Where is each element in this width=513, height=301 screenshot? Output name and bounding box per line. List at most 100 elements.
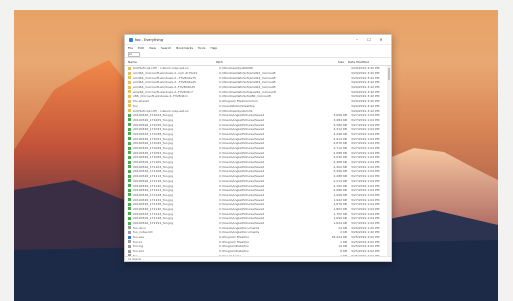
everything-search-window[interactable]: foo - Everything – ☐ ✕ File Edit View Se… [124,34,392,262]
file-path-cell: C:\Users\Angie\Pictures\Saved [219,183,265,188]
file-date-cell: 3/27/2019 1:04 PM [351,150,380,155]
table-row[interactable]: 20190326_171112_foo.jpg C:\Users\Angie\Pi… [125,174,391,179]
table-row[interactable]: foo C:\Users\Angie 1 KB 3/25/2019 4:02 PM [125,254,391,256]
column-header-date-modified[interactable]: Date Modified [344,60,388,64]
table-row[interactable]: 20190326_171148_foo.jpg C:\Users\Angie\Pi… [125,216,391,221]
table-row[interactable]: 20190326_171025_foo.jpg C:\Users\Angie\Pi… [125,118,391,123]
table-row[interactable]: amd64_microsoft-windows-d...F3V8d2a25 C:\… [125,80,391,85]
table-row[interactable]: 20190326_171041_foo.jpg C:\Users\Angie\Pi… [125,136,391,141]
column-header-size[interactable]: Size [326,60,344,64]
table-row[interactable]: 20190326_171132_foo.jpg C:\Users\Angie\Pi… [125,197,391,202]
file-date-cell: 3/27/2019 1:04 PM [351,211,380,216]
table-row[interactable]: foo.ini C:\Program Files\foo 1 KB 3/25/2019… [125,239,391,244]
file-size-cell: 1,690 KB [333,216,347,221]
table-row[interactable]: 20190326_171038_foo.jpg C:\Users\Angie\Pi… [125,132,391,137]
table-row[interactable]: 20190326_171136_foo.jpg C:\Users\Angie\Pi… [125,202,391,207]
image-icon [128,118,131,122]
table-row[interactable]: 20190326_171144_foo.jpg C:\Users\Angie\Pi… [125,211,391,216]
table-row[interactable]: x86_microsoft-windows-d..F3V8d2c1 C:\Wind… [125,94,391,99]
folder-icon [128,94,131,98]
scrollbar-thumb[interactable] [388,68,390,80]
table-row[interactable]: 20190326_171030_foo.jpg C:\Users\Angie\Pi… [125,122,391,127]
doc-icon [128,230,131,234]
table-row[interactable]: 20190326_171052_foo.jpg C:\Users\Angie\Pi… [125,150,391,155]
file-path-cell: C:\Windows\WinSxS\amd64_microsoft [219,75,276,80]
table-row[interactable]: f3v-shared C:\Program Files\Common 3/29/20… [125,99,391,104]
image-icon [128,137,131,141]
menu-view[interactable]: View [149,46,156,50]
table-row[interactable]: amd64_microsoft-windows-d...F3V8d2a75 C:\… [125,75,391,80]
file-name-cell: 20190326_171124_foo.jpg [133,188,173,193]
vertical-scrollbar[interactable] [387,66,391,256]
file-date-cell: 3/27/2019 1:04 PM [351,221,380,226]
image-icon [128,207,131,211]
file-name-cell: bc0f1sfrcq1cxf5 · cubium.msp.eat.so [133,66,189,71]
table-row[interactable]: 20190326_171104_foo.jpg C:\Users\Angie\Pi… [125,164,391,169]
menu-tools[interactable]: Tools [198,46,205,50]
table-row[interactable]: foo.log C:\ProgramData\foo 14 KB 3/25/2019 … [125,244,391,249]
menu-bookmarks[interactable]: Bookmarks [176,46,193,50]
table-row[interactable]: foo C:\Users\Public\Desktop 3/29/2019 3:42… [125,104,391,109]
file-path-cell: C:\ProgramData\foo [219,249,249,254]
table-row[interactable]: bc0f1sfrcq1cxf5 · cubium.msp.eat.so C:\Wi… [125,66,391,71]
folder-icon [128,71,131,75]
file-size-cell: 2,086 KB [333,188,347,193]
file-size-cell: 2,214 KB [333,178,347,183]
file-size-cell: 3,298 KB [333,131,347,136]
table-row[interactable]: 20190326_171128_foo.jpg C:\Users\Angie\Pi… [125,193,391,198]
table-row[interactable]: 20190326_171034_foo.jpg C:\Users\Angie\Pi… [125,127,391,132]
file-name-cell: 20190326_171038_foo.jpg [133,131,173,136]
table-row[interactable]: foo.xml C:\ProgramData\foo 6 KB 3/25/2019 4… [125,249,391,254]
file-path-cell: C:\Users\Angie\Pictures\Saved [219,174,265,179]
table-row[interactable]: 20190326_171049_foo.jpg C:\Users\Angie\Pi… [125,146,391,151]
table-row[interactable]: 20190326_171045_foo.jpg C:\Users\Angie\Pi… [125,141,391,146]
close-button[interactable]: ✕ [375,37,387,42]
maximize-button[interactable]: ☐ [363,37,375,42]
file-path-cell: C:\Users\Public\Desktop [219,103,255,108]
file-size-cell: 1,804 KB [333,206,347,211]
table-row[interactable]: bc0f1sfrcq1cxf5 · cubium.msp.eat.so C:\Wi… [125,108,391,113]
file-path-cell: C:\Windows\WinSxS\x86_microsoft [219,94,271,99]
search-input[interactable]: c:\ [128,51,140,57]
minimize-button[interactable]: – [351,37,363,42]
file-date-cell: 3/27/2019 1:04 PM [351,169,380,174]
table-row[interactable]: 20190326_171120_foo.jpg C:\Users\Angie\Pi… [125,183,391,188]
table-row[interactable]: 20190326_171140_foo.jpg C:\Users\Angie\Pi… [125,207,391,212]
doc-icon [128,254,131,256]
file-date-cell: 3/29/2019 3:42 PM [351,66,380,71]
table-row[interactable]: amd64_microsoft-windows-d..F3V8d2b25 C:\W… [125,85,391,90]
image-icon [128,193,131,197]
table-row[interactable]: 20190326_171124_foo.jpg C:\Users\Angie\Pi… [125,188,391,193]
file-name-cell: 20190326_171108_foo.jpg [133,169,173,174]
image-icon [128,184,131,188]
table-row[interactable]: foo_notes.txt C:\Users\Angie\Documents 2 K… [125,230,391,235]
menu-edit[interactable]: Edit [138,46,144,50]
file-date-cell: 3/27/2019 1:04 PM [351,131,380,136]
column-header-name[interactable]: Name [128,60,216,64]
menu-file[interactable]: File [128,46,133,50]
table-row[interactable]: 20190326_171152_foo.jpg C:\Users\Angie\Pi… [125,221,391,226]
table-row[interactable]: 20190326_171022_foo.jpg C:\Users\Angie\Pi… [125,113,391,118]
file-date-cell: 3/26/2019 1:20 PM [351,230,380,235]
menu-help[interactable]: Help [210,46,217,50]
file-path-cell: C:\Users\Angie\Pictures\Saved [219,136,265,141]
table-row[interactable]: 20190326_171100_foo.jpg C:\Users\Angie\Pi… [125,160,391,165]
file-size-cell: 2 KB [340,230,347,235]
file-path-cell: C:\Users\Angie\Pictures\Saved [219,178,265,183]
table-row[interactable]: foo.docx C:\Users\Angie\Documents 24 KB 3/2… [125,225,391,230]
table-row[interactable]: 20190326_171108_foo.jpg C:\Users\Angie\Pi… [125,169,391,174]
file-path-cell: C:\Users\Angie\Pictures\Saved [219,169,265,174]
file-name-cell: 20190326_171128_foo.jpg [133,192,173,197]
menu-search[interactable]: Search [161,46,171,50]
column-headers: Name Path Size Date Modified [125,58,391,66]
table-row[interactable]: 20190326_171056_foo.jpg C:\Users\Angie\Pi… [125,155,391,160]
column-header-path[interactable]: Path [216,60,326,64]
table-row[interactable]: amd64_microsoft-windows-d..com.dl.f3v21 C… [125,71,391,76]
table-row[interactable]: 20190326_171116_foo.jpg C:\Users\Angie\Pi… [125,179,391,184]
file-path-cell: C:\Program Files\Common [219,99,258,104]
table-row[interactable]: foo.exe C:\Program Files\foo 18,424 KB 3/25… [125,235,391,240]
table-row[interactable]: wow64_microsoft-windows-d..F3V8d2c7 C:\Wi… [125,89,391,94]
title-bar[interactable]: foo - Everything – ☐ ✕ [125,35,391,45]
file-size-cell: 3,656 KB [333,113,347,118]
image-icon [128,212,131,216]
